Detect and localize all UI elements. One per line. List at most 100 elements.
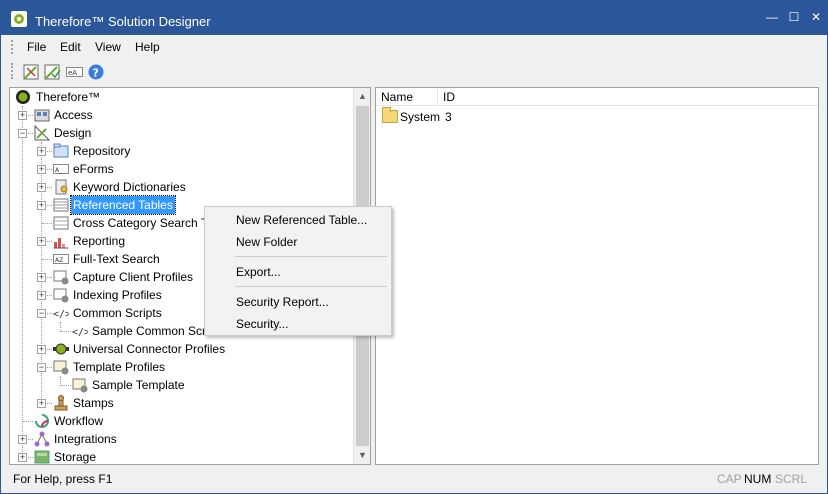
tree-connector-line <box>61 385 71 386</box>
status-bar: For Help, press F1 CAP NUM SCRL <box>1 467 827 493</box>
help-icon-label: ? <box>93 67 99 80</box>
menu-item-security[interactable]: Security... <box>206 313 390 335</box>
list-item[interactable]: System 3 <box>376 107 818 126</box>
tree-root[interactable]: Therefore™ <box>10 88 350 106</box>
tree-node-template-profiles[interactable]: − Template Profiles <box>10 358 350 376</box>
collapse-design-icon[interactable]: − <box>18 129 27 138</box>
tree-node-access[interactable]: + Access <box>10 106 350 124</box>
storage-icon <box>34 449 50 464</box>
tree-root-label: Therefore™ <box>36 90 101 104</box>
eform-abc-icon[interactable]: eA <box>66 64 83 80</box>
expand-indexing-profiles-icon[interactable]: + <box>37 291 46 300</box>
tree-node-integrations[interactable]: + Integrations <box>10 430 350 448</box>
expand-integrations-icon[interactable]: + <box>18 435 27 444</box>
tree-node-label: Referenced Tables <box>70 195 176 215</box>
tree-node-label: Capture Client Profiles <box>73 270 194 284</box>
stamp-icon <box>53 395 69 411</box>
minimize-button[interactable]: — <box>763 9 781 25</box>
tree-node-repository[interactable]: + Repository <box>10 142 350 160</box>
list-view[interactable]: Name ID System 3 <box>375 87 819 465</box>
toolbar-grip-icon[interactable] <box>11 63 14 79</box>
scroll-down-button[interactable]: ▼ <box>354 447 370 464</box>
app-window: Therefore™ Solution Designer — ☐ ✕ File … <box>0 0 828 494</box>
num-lock-indicator: NUM <box>744 472 772 486</box>
tree-node-storage[interactable]: + Storage <box>10 448 350 464</box>
script-icon: </> <box>72 323 90 339</box>
tree-node-label: Repository <box>73 144 131 158</box>
integrations-icon <box>34 431 50 447</box>
capture-profile-icon <box>53 269 69 285</box>
svg-text:A_: A_ <box>55 167 63 174</box>
help-icon[interactable]: ? <box>88 64 105 80</box>
tree-node-label: Keyword Dictionaries <box>73 180 186 194</box>
svg-text:eA: eA <box>68 69 77 77</box>
status-help-text: For Help, press F1 <box>13 472 113 486</box>
menu-item-new-referenced-table[interactable]: New Referenced Table... <box>206 209 390 231</box>
menu-item-export[interactable]: Export... <box>206 261 390 283</box>
eforms-icon: A_ <box>53 161 69 177</box>
menu-bar: File Edit View Help <box>1 35 827 57</box>
expand-eforms-icon[interactable]: + <box>37 165 46 174</box>
scroll-up-button[interactable]: ▲ <box>354 88 370 105</box>
collapse-common-scripts-icon[interactable]: − <box>37 309 46 318</box>
tree-node-label: Template Profiles <box>73 360 166 374</box>
column-header-id[interactable]: ID <box>438 88 818 106</box>
list-item-name: System <box>400 110 441 124</box>
referenced-table-icon <box>53 197 69 213</box>
menu-view[interactable]: View <box>91 39 125 55</box>
tree-node-label: Sample Common Scr <box>92 324 207 338</box>
connector-icon <box>53 341 69 357</box>
menu-file[interactable]: File <box>23 39 50 55</box>
menubar-grip-icon[interactable] <box>11 40 14 54</box>
title-bar[interactable]: Therefore™ Solution Designer — ☐ ✕ <box>1 1 827 35</box>
list-item-id: 3 <box>445 110 452 124</box>
menu-item-security-report[interactable]: Security Report... <box>206 291 390 313</box>
template-profile-icon <box>53 359 69 375</box>
menu-item-new-folder[interactable]: New Folder <box>206 231 390 253</box>
tree-node-label: Universal Connector Profiles <box>73 342 226 356</box>
expand-access-icon[interactable]: + <box>18 111 27 120</box>
caps-lock-indicator: CAP <box>717 472 742 486</box>
expand-repository-icon[interactable]: + <box>37 147 46 156</box>
window-title: Therefore™ Solution Designer <box>35 14 211 29</box>
expand-universal-connector-profiles-icon[interactable]: + <box>37 345 46 354</box>
collapse-template-profiles-icon[interactable]: − <box>37 363 46 372</box>
tree-node-workflow[interactable]: Workflow <box>10 412 350 430</box>
tree-node-keyword-dictionaries[interactable]: + Keyword Dictionaries <box>10 178 350 196</box>
maximize-button[interactable]: ☐ <box>785 9 803 25</box>
keyword-dictionary-icon <box>53 179 69 195</box>
svg-text:</>: </> <box>72 327 88 338</box>
expand-reporting-icon[interactable]: + <box>37 237 46 246</box>
design-wand-icon[interactable] <box>23 64 40 80</box>
tree-node-stamps[interactable]: + Stamps <box>10 394 350 412</box>
therefore-root-icon <box>15 89 31 105</box>
menu-separator <box>235 256 387 257</box>
expand-stamps-icon[interactable]: + <box>37 399 46 408</box>
tree-node-label: Common Scripts <box>73 306 162 320</box>
close-button[interactable]: ✕ <box>807 9 825 25</box>
template-icon <box>72 377 88 393</box>
tree-node-design[interactable]: − Design <box>10 124 350 142</box>
column-header-name[interactable]: Name <box>376 88 438 106</box>
tree-node-label: Stamps <box>73 396 114 410</box>
tree-connector-line <box>23 421 33 422</box>
cross-category-icon <box>53 215 69 231</box>
tree-node-label: Reporting <box>73 234 126 248</box>
list-header: Name ID <box>376 88 818 106</box>
tree-node-eforms[interactable]: + A_ eForms <box>10 160 350 178</box>
expand-keyword-dictionaries-icon[interactable]: + <box>37 183 46 192</box>
tree-node-sample-template[interactable]: Sample Template <box>10 376 350 394</box>
design-check-icon[interactable] <box>44 64 61 80</box>
expand-storage-icon[interactable]: + <box>18 453 27 462</box>
expand-referenced-tables-icon[interactable]: + <box>37 201 46 210</box>
menu-separator <box>235 286 387 287</box>
tree-node-label: eForms <box>73 162 114 176</box>
tree-node-universal-connector-profiles[interactable]: + Universal Connector Profiles <box>10 340 350 358</box>
reporting-icon <box>53 233 69 249</box>
expand-capture-client-profiles-icon[interactable]: + <box>37 273 46 282</box>
tree-connector-line <box>42 259 52 260</box>
main-content: Therefore™ + Access − Design + Repository + A_ e… <box>1 85 827 467</box>
tree-node-label: Sample Template <box>92 378 185 392</box>
menu-help[interactable]: Help <box>131 39 164 55</box>
menu-edit[interactable]: Edit <box>56 39 85 55</box>
